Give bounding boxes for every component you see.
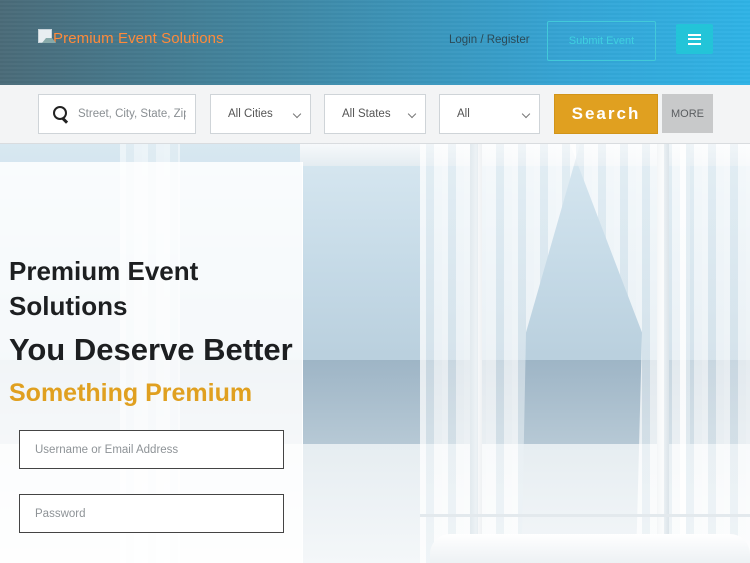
broken-image-icon xyxy=(38,28,56,43)
search-bar: All Cities All States All Search MORE xyxy=(0,85,750,144)
category-select-value: All xyxy=(457,108,470,120)
password-field[interactable]: Password xyxy=(19,494,284,533)
curtain xyxy=(680,144,750,563)
site-header: Premium Event Solutions Login / Register… xyxy=(0,0,750,85)
link-separator: / xyxy=(477,34,487,46)
search-icon xyxy=(53,105,70,123)
more-filters-button[interactable]: MORE xyxy=(662,94,713,133)
search-field[interactable] xyxy=(38,94,196,134)
hero-title: Premium Event Solutions xyxy=(9,256,199,321)
chevron-down-icon xyxy=(407,109,417,119)
daybed xyxy=(430,534,750,563)
city-select[interactable]: All Cities xyxy=(210,94,311,134)
search-input[interactable] xyxy=(78,108,186,120)
hamburger-icon xyxy=(688,33,701,45)
hero-section: Premium Event Solutions You Deserve Bett… xyxy=(0,144,750,563)
hero-subtagline: Something Premium xyxy=(9,379,253,407)
login-link[interactable]: Login xyxy=(449,34,477,46)
submit-event-button[interactable]: Submit Event xyxy=(547,21,656,61)
state-select-value: All States xyxy=(342,108,391,120)
username-field[interactable]: Username or Email Address xyxy=(19,430,284,469)
search-button[interactable]: Search xyxy=(554,94,658,134)
hero-tagline: You Deserve Better xyxy=(9,332,293,367)
site-logo[interactable]: Premium Event Solutions xyxy=(38,28,224,47)
logo-text: Premium Event Solutions xyxy=(53,30,224,47)
login-panel: Premium Event Solutions You Deserve Bett… xyxy=(0,162,303,563)
railing xyxy=(420,514,750,517)
chevron-down-icon xyxy=(292,109,302,119)
register-link[interactable]: Register xyxy=(487,34,530,46)
curtain xyxy=(420,144,490,563)
category-select[interactable]: All xyxy=(439,94,540,134)
login-register-links: Login / Register xyxy=(449,34,530,46)
city-select-value: All Cities xyxy=(228,108,273,120)
menu-button[interactable] xyxy=(676,24,713,54)
chevron-down-icon xyxy=(521,109,531,119)
state-select[interactable]: All States xyxy=(324,94,426,134)
